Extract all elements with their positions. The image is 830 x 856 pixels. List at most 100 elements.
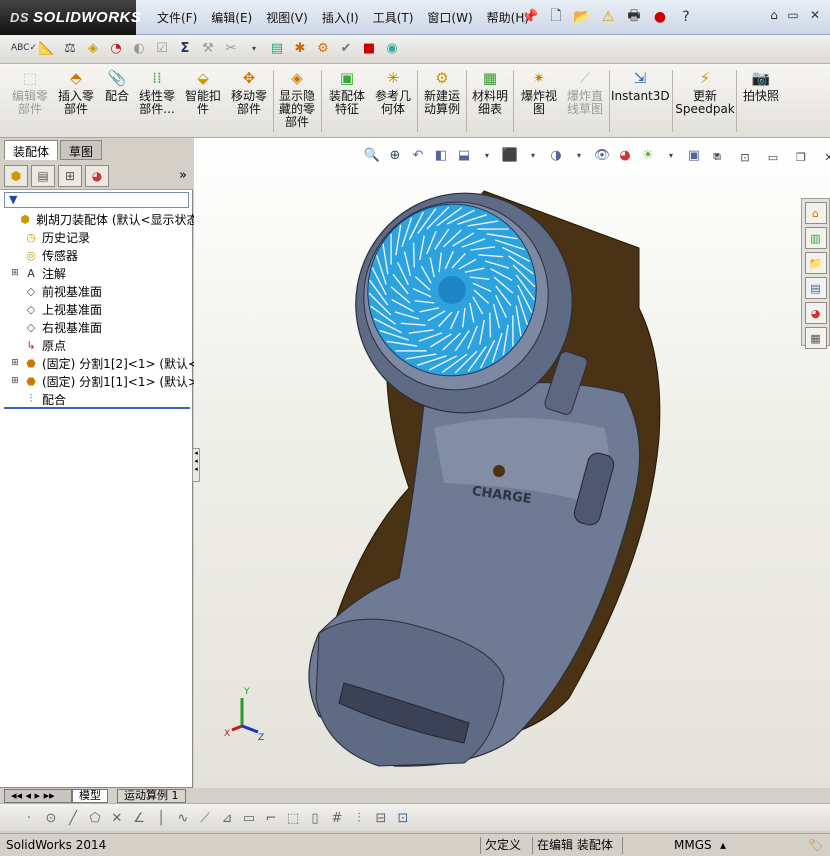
mirror-icon[interactable]: ⫶ (350, 809, 368, 827)
scene-icon[interactable]: ☀ (638, 145, 658, 165)
spline-icon[interactable]: ∿ (174, 809, 192, 827)
feature-manager-icon[interactable]: ⬢ (4, 164, 28, 187)
tree-item[interactable]: ⫶ 配合 (10, 390, 66, 408)
model-view[interactable]: CHARGE Y Z X (194, 138, 830, 788)
section-properties-icon[interactable]: ◈ (83, 38, 103, 58)
exploded-view-button[interactable]: ✴ 爆炸视 图 (516, 68, 562, 116)
polygon-icon[interactable]: ⬠ (86, 809, 104, 827)
previous-view-icon[interactable]: ↶ (408, 145, 428, 165)
zoom-to-fit-icon[interactable]: 🔍 (362, 145, 382, 165)
help-bubble-icon[interactable]: 🏷 (804, 837, 827, 854)
viewport-close-icon[interactable]: ✕ (819, 147, 830, 167)
graphics-area[interactable]: CHARGE Y Z X (194, 138, 830, 788)
view-orientation-icon[interactable]: ⬛ (500, 145, 520, 165)
panel-collapse-handle[interactable]: ◂ ◂ ◂ (192, 448, 200, 482)
interference-icon[interactable]: ◐ (129, 38, 149, 58)
property-manager-icon[interactable]: ▤ (31, 164, 55, 187)
mate-button[interactable]: 📎 配合 (100, 68, 134, 103)
viewport-split-icon[interactable]: ⧉ (707, 147, 727, 167)
tree-item[interactable]: ↳ 原点 (10, 336, 66, 354)
show-hidden-components-button[interactable]: ◈ 显示隐 藏的零 部件 (275, 68, 319, 129)
dynamic-annotation-icon[interactable]: ⬓ (454, 145, 474, 165)
viewport-minimize-icon[interactable]: ▭ (763, 147, 783, 167)
tree-item[interactable]: ◎ 传感器 (10, 246, 78, 264)
status-units[interactable]: MMGS (670, 837, 716, 854)
chart-icon[interactable]: ✱ (290, 38, 310, 58)
traffic-light-icon[interactable]: ● (648, 6, 672, 28)
menu-file[interactable]: 文件(F) (150, 9, 204, 26)
print-icon[interactable]: 🖶 (622, 6, 646, 28)
units-chevron-icon[interactable]: ▴ (716, 837, 730, 854)
simulation-icon[interactable]: ⚙ (313, 38, 333, 58)
menu-edit[interactable]: 编辑(E) (204, 9, 259, 26)
cross-icon[interactable]: ✕ (108, 809, 126, 827)
expand-plus-icon[interactable]: ⊞ (10, 358, 20, 368)
viewport-restore-icon[interactable]: ❐ (791, 147, 811, 167)
chevron-down-icon[interactable]: ▾ (244, 38, 264, 58)
file-explorer-icon[interactable]: 📁 (804, 252, 827, 274)
offset-icon[interactable]: ⊟ (372, 809, 390, 827)
bill-of-materials-button[interactable]: ▦ 材料明 细表 (468, 68, 512, 116)
tab-assembly[interactable]: 装配体 (4, 140, 59, 160)
close-button[interactable]: ✕ (806, 7, 824, 23)
design-library-icon[interactable]: ▥ (804, 227, 827, 249)
view-palette-icon[interactable]: ▤ (804, 277, 827, 299)
slot-icon[interactable]: ▯ (306, 809, 324, 827)
smart-fasteners-button[interactable]: ⬙ 智能扣 件 (180, 68, 226, 116)
line-icon[interactable]: ╱ (64, 809, 82, 827)
take-snapshot-button[interactable]: 📷 拍快照 (738, 68, 784, 103)
display-style-icon[interactable]: ◑ (546, 145, 566, 165)
insert-component-button[interactable]: ⬘ 插入零 部件 (54, 68, 98, 116)
mass-properties-icon[interactable]: ⚖ (60, 38, 80, 58)
help-icon[interactable]: ? (674, 6, 698, 28)
trim-icon[interactable]: ⟋ (196, 809, 214, 827)
solidworks-logo[interactable]: DS SOLIDWORKS (0, 0, 141, 35)
hole-alignment-icon[interactable]: ⚒ (198, 38, 218, 58)
view-settings-icon[interactable]: ▣ (684, 145, 704, 165)
zoom-to-area-icon[interactable]: ⊕ (385, 145, 405, 165)
edit-component-button[interactable]: ⬚ 编辑零 部件 (8, 68, 52, 116)
tree-item[interactable]: ⊞ A 注解 (10, 264, 66, 282)
point-icon[interactable]: · (20, 809, 38, 827)
measure-icon[interactable]: 📐 (37, 38, 57, 58)
appearances-icon[interactable]: ◕ (804, 302, 827, 324)
circle-icon[interactable]: ⊙ (42, 809, 60, 827)
tree-item[interactable]: ◇ 前视基准面 (10, 282, 102, 300)
angle-icon[interactable]: ∠ (130, 809, 148, 827)
linear-pattern-button[interactable]: ⁞⁞ 线性零 部件... (134, 68, 180, 116)
corner-rect-icon[interactable]: ⌐ (262, 809, 280, 827)
solidworks-resources-icon[interactable]: ⌂ (804, 202, 827, 224)
tree-item[interactable]: ⊞ ⬣ (固定) 分割1[1]<1> (默认> (10, 372, 198, 390)
tree-item[interactable]: ◇ 上视基准面 (10, 300, 102, 318)
tree-filter[interactable]: ▼ (4, 192, 189, 208)
grid-icon[interactable]: # (328, 809, 346, 827)
rollback-bar[interactable] (4, 407, 190, 409)
render-icon[interactable]: ◉ (382, 38, 402, 58)
update-speedpak-button[interactable]: ⚡ 更新 Speedpak (674, 68, 736, 116)
chevron-down-icon[interactable]: ▾ (523, 145, 543, 165)
hide-show-icon[interactable]: 👁 (592, 145, 612, 165)
table-icon[interactable]: ▤ (267, 38, 287, 58)
menu-insert[interactable]: 插入(I) (315, 9, 366, 26)
tab-scroll-controls[interactable]: ◂◂ ◂ ▸ ▸▸ (4, 789, 72, 803)
sketch-picture-icon[interactable]: ⊡ (394, 809, 412, 827)
spellcheck-icon[interactable]: ABC✓ (11, 38, 37, 58)
expand-plus-icon[interactable]: ⊞ (10, 376, 20, 386)
viewport-single-icon[interactable]: ⊡ (735, 147, 755, 167)
dimension-icon[interactable]: ⊿ (218, 809, 236, 827)
center-rect-icon[interactable]: ⬚ (284, 809, 302, 827)
tab-sketch[interactable]: 草图 (60, 140, 103, 160)
new-document-icon[interactable]: 🗋 (544, 6, 568, 28)
new-motion-study-button[interactable]: ⚙ 新建运 动算例 (419, 68, 465, 116)
tree-item[interactable]: ⊞ ⬣ (固定) 分割1[2]<1> (默认< (10, 354, 198, 372)
tree-item[interactable]: ⬢ 剃胡刀装配体 (默认<显示状态 (4, 210, 198, 228)
tree-item[interactable]: ◷ 历史记录 (10, 228, 90, 246)
display-manager-icon[interactable]: ◕ (85, 164, 109, 187)
rectangle-icon[interactable]: ▭ (240, 809, 258, 827)
tree-item[interactable]: ◇ 右视基准面 (10, 318, 102, 336)
approve-icon[interactable]: ✔ (336, 38, 356, 58)
restore-button[interactable]: ▭ (784, 7, 802, 23)
expand-chevron-icon[interactable]: » (179, 168, 187, 183)
move-component-button[interactable]: ✥ 移动零 部件 (226, 68, 272, 116)
appearance-icon[interactable]: ◕ (615, 145, 635, 165)
